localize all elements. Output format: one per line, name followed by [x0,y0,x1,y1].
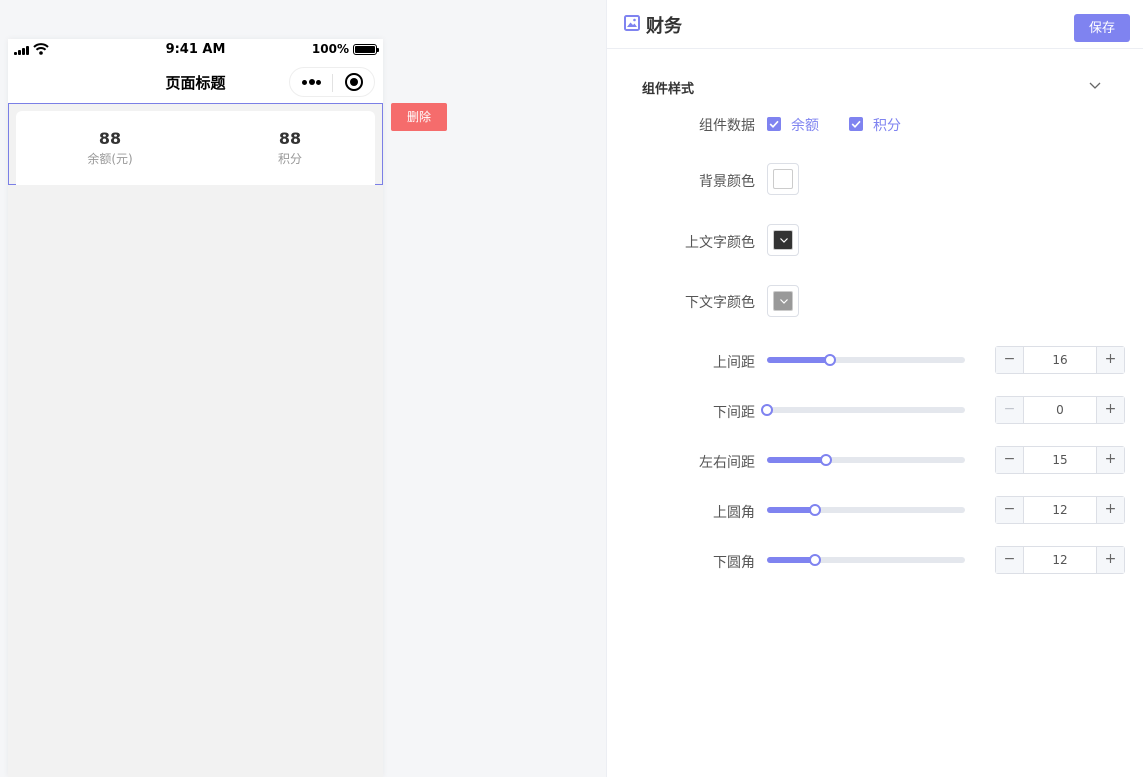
panel-title: 财务 [646,16,682,37]
mini-program-capsule [289,67,375,97]
stat-value: 88 [98,129,122,148]
chevron-down-icon [780,299,788,304]
slider-fill [767,457,827,463]
decrement-button[interactable]: − [996,397,1024,423]
increment-button[interactable]: + [1096,347,1124,373]
stepper-input[interactable] [1024,447,1096,473]
decrement-button[interactable]: − [996,447,1024,473]
slider-handle[interactable] [761,404,773,416]
stat-points: 88 积分 [200,129,380,167]
checkbox-points-label[interactable]: 积分 [873,115,901,135]
slider-label: 下圆角 [713,555,755,571]
color-row-label: 下文字颜色 [685,295,755,311]
stat-label: 积分 [277,152,302,166]
bottom-text-color-picker[interactable] [767,285,799,317]
increment-button[interactable]: + [1096,447,1124,473]
slider-handle[interactable] [808,504,821,516]
stat-label: 余额(元) [87,152,133,166]
slider-handle[interactable] [808,554,821,566]
slider-label: 下间距 [713,405,755,421]
slider-track[interactable] [767,504,965,516]
nav-bar: 页面标题 [8,61,383,103]
decrement-button[interactable]: − [996,497,1024,523]
decrement-button[interactable]: − [996,547,1024,573]
check-icon [769,120,779,128]
color-swatch [773,291,793,311]
check-icon [851,120,861,128]
slider-fill [767,357,831,363]
close-target-icon[interactable] [345,73,363,91]
battery-icon [353,44,379,55]
slider-label: 上圆角 [713,505,755,521]
checkbox-balance-label[interactable]: 余额 [791,115,819,135]
slider-track[interactable] [761,404,965,416]
number-stepper: −+ [995,396,1125,424]
stepper-input[interactable] [1024,497,1096,523]
more-dots-icon[interactable] [302,76,322,88]
checkbox-points[interactable] [849,117,863,131]
stepper-input[interactable] [1024,397,1096,423]
decrement-button[interactable]: − [996,347,1024,373]
number-stepper: −+ [995,496,1125,524]
increment-button[interactable]: + [1096,397,1124,423]
save-button[interactable]: 保存 [1074,14,1130,42]
color-swatch [773,169,793,189]
phone-preview: 9:41 AM 100% 页面标题 88 余额(元) 88 积分 [8,39,383,777]
slider-handle[interactable] [824,354,837,366]
finance-widget-selected[interactable]: 88 余额(元) 88 积分 [8,103,383,185]
image-icon [624,15,640,31]
slider-track[interactable] [767,554,965,566]
color-swatch [773,230,793,250]
checkbox-balance[interactable] [767,117,781,131]
color-row-label: 上文字颜色 [685,235,755,251]
stepper-input[interactable] [1024,347,1096,373]
data-row-label: 组件数据 [699,118,755,134]
stepper-input[interactable] [1024,547,1096,573]
top-text-color-picker[interactable] [767,224,799,256]
number-stepper: −+ [995,546,1125,574]
number-stepper: −+ [995,346,1125,374]
slider-track[interactable] [767,354,965,366]
chevron-down-icon [780,238,788,243]
stat-value: 88 [278,129,302,148]
capsule-divider [332,74,333,92]
status-bar: 9:41 AM 100% [8,39,383,61]
settings-panel: 财务 保存 组件样式 组件数据 余额 积分 背景颜色 上文字颜色 下文字颜色 上… [606,0,1143,777]
slider-label: 上间距 [713,355,755,371]
increment-button[interactable]: + [1096,497,1124,523]
battery-percent: 100% [311,42,349,56]
slider-track[interactable] [767,454,965,466]
stat-balance: 88 余额(元) [20,129,200,167]
slider-fill [767,507,815,513]
slider-label: 左右间距 [699,455,755,471]
number-stepper: −+ [995,446,1125,474]
panel-header: 财务 保存 [607,0,1143,49]
finance-widget-card: 88 余额(元) 88 积分 [16,111,375,185]
section-title: 组件样式 [642,82,695,97]
delete-button[interactable]: 删除 [391,103,447,131]
increment-button[interactable]: + [1096,547,1124,573]
color-row-label: 背景颜色 [699,174,755,190]
background-color-picker[interactable] [767,163,799,195]
slider-fill [767,557,815,563]
slider-handle[interactable] [820,454,833,466]
chevron-down-icon[interactable] [1088,80,1102,92]
